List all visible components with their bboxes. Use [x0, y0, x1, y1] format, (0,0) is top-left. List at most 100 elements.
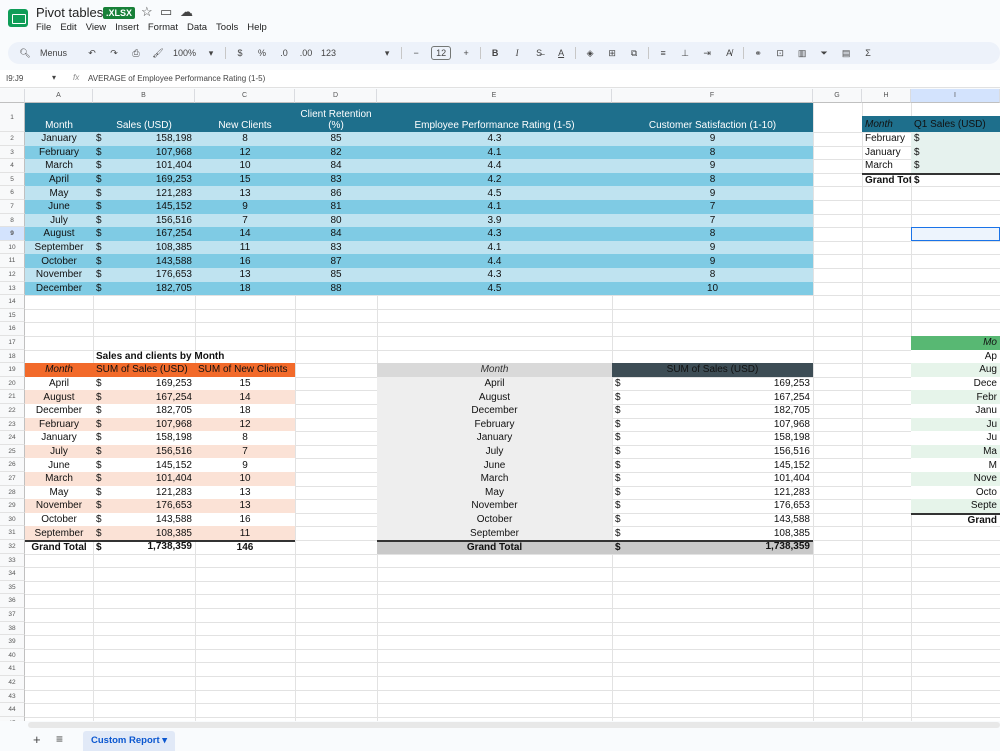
new-clients-cell[interactable]: 18 — [195, 281, 295, 296]
grand-total-sales[interactable]: 1,738,359 — [612, 540, 813, 554]
month-cell[interactable]: November — [25, 268, 93, 282]
pivot-month-cell[interactable]: March — [862, 159, 911, 173]
row-header[interactable]: 22 — [0, 404, 25, 418]
month-cell[interactable]: July — [25, 213, 93, 228]
row-header[interactable]: 32 — [0, 540, 25, 554]
row-header[interactable]: 27 — [0, 472, 25, 486]
satisfaction-cell[interactable]: 7 — [612, 200, 813, 214]
column-header[interactable]: G — [813, 89, 862, 103]
performance-cell[interactable]: 4.1 — [377, 145, 612, 160]
pivot-sales-cell[interactable]: 169,253 — [93, 377, 195, 391]
increase-font-size-button[interactable]: + — [459, 48, 473, 58]
horizontal-align-icon[interactable]: ≡ — [656, 48, 670, 58]
menu-item-file[interactable]: File — [36, 22, 51, 33]
pivot-sales-cell[interactable]: 156,516 — [93, 445, 195, 459]
pivot-month-cell[interactable]: M — [911, 458, 1000, 472]
pivot-month-cell[interactable]: September — [25, 526, 93, 540]
pivot-sales-cell[interactable]: 182,705 — [93, 404, 195, 418]
pivot-clients-cell[interactable]: 16 — [195, 512, 295, 527]
currency-symbol-cell[interactable]: $ — [911, 172, 1000, 187]
pivot-month-cell[interactable]: August — [377, 390, 612, 404]
satisfaction-cell[interactable]: 9 — [612, 186, 813, 200]
retention-cell[interactable]: 81 — [295, 200, 377, 214]
sales-cell[interactable]: 145,152 — [93, 200, 195, 214]
increase-decimal-button[interactable]: .00 — [299, 48, 313, 58]
month-cell[interactable]: March — [25, 159, 93, 173]
pivot-month-cell[interactable]: Dece — [911, 376, 1000, 391]
new-clients-cell[interactable]: 15 — [195, 172, 295, 187]
satisfaction-cell[interactable]: 8 — [612, 172, 813, 187]
grand-total-label[interactable]: Grand — [911, 512, 1000, 527]
month-cell[interactable]: April — [25, 172, 93, 187]
pivot-clients-cell[interactable]: 10 — [195, 472, 295, 486]
pivot-month-cell[interactable]: September — [377, 526, 612, 540]
pivot-clients-cell[interactable]: 8 — [195, 431, 295, 445]
row-header[interactable]: 39 — [0, 635, 25, 649]
column-header[interactable]: E — [377, 89, 612, 103]
column-header[interactable]: C — [195, 89, 295, 103]
performance-cell[interactable]: 4.3 — [377, 268, 612, 282]
pivot-sales-cell[interactable]: 158,198 — [93, 431, 195, 445]
row-header[interactable]: 42 — [0, 676, 25, 690]
pivot-header-clients[interactable]: SUM of New Clients — [195, 363, 295, 377]
pivot-month-cell[interactable]: March — [377, 472, 612, 486]
print-icon[interactable]: ⎙ — [129, 48, 143, 59]
pivot-month-cell[interactable]: June — [25, 458, 93, 472]
new-clients-cell[interactable]: 16 — [195, 254, 295, 268]
sales-cell[interactable]: 108,385 — [93, 241, 195, 255]
month-cell[interactable]: January — [25, 132, 93, 146]
row-header[interactable]: 19 — [0, 363, 25, 377]
performance-cell[interactable]: 4.1 — [377, 240, 612, 255]
pivot-month-cell[interactable]: January — [377, 431, 612, 445]
retention-cell[interactable]: 80 — [295, 213, 377, 228]
row-header[interactable]: 8 — [0, 213, 25, 228]
column-header[interactable]: H — [862, 89, 911, 103]
sheet-tab-custom-report[interactable]: Custom Report ▾ — [83, 731, 176, 751]
row-header[interactable]: 41 — [0, 662, 25, 676]
pivot-month-cell[interactable]: Ma — [911, 444, 1000, 459]
satisfaction-cell[interactable]: 10 — [612, 281, 813, 296]
pivot-month-cell[interactable]: July — [377, 444, 612, 459]
grand-total-label[interactable]: Grand Total — [25, 540, 93, 554]
zoom-select[interactable]: 100% — [173, 48, 196, 58]
insert-chart-icon[interactable]: ▥ — [795, 48, 809, 59]
selected-cell-range[interactable] — [911, 227, 1000, 241]
sales-cell[interactable]: 121,283 — [93, 186, 195, 200]
pivot-sales-cell[interactable]: 121,283 — [612, 486, 813, 500]
row-header[interactable]: 45 — [0, 716, 25, 721]
row-header[interactable]: 7 — [0, 200, 25, 214]
pivot-clients-cell[interactable]: 12 — [195, 417, 295, 432]
table-header-cell[interactable]: Client Retention (%) — [295, 103, 377, 132]
add-sheet-icon[interactable]: + — [33, 732, 41, 747]
row-header[interactable]: 23 — [0, 417, 25, 432]
pivot-header-month[interactable]: Month — [862, 116, 911, 132]
pivot-header-month[interactable]: Month — [25, 363, 93, 377]
retention-cell[interactable]: 82 — [295, 145, 377, 160]
table-header-cell[interactable]: Month — [25, 103, 93, 132]
currency-symbol-cell[interactable]: $ — [911, 145, 1000, 160]
sheets-logo-icon[interactable] — [8, 9, 28, 27]
pivot-month-cell[interactable]: Febr — [911, 390, 1000, 404]
sales-cell[interactable]: 158,198 — [93, 132, 195, 146]
pivot-month-cell[interactable]: December — [377, 404, 612, 418]
merge-cells-icon[interactable]: ⧉ — [627, 48, 641, 59]
new-clients-cell[interactable]: 14 — [195, 227, 295, 241]
pivot-month-cell[interactable]: Septe — [911, 499, 1000, 513]
grand-total-label[interactable]: Grand Tot — [862, 172, 911, 187]
row-header[interactable]: 24 — [0, 431, 25, 445]
paint-format-icon[interactable]: 🖌︎ — [151, 48, 165, 59]
horizontal-scrollbar[interactable] — [28, 722, 1000, 728]
pivot-clients-cell[interactable]: 18 — [195, 404, 295, 418]
satisfaction-cell[interactable]: 8 — [612, 145, 813, 160]
table-header-cell[interactable]: Sales (USD) — [93, 103, 195, 132]
pivot-sales-cell[interactable]: 158,198 — [612, 431, 813, 445]
new-clients-cell[interactable]: 13 — [195, 186, 295, 200]
new-clients-cell[interactable]: 8 — [195, 132, 295, 146]
star-icon[interactable]: ☆ — [141, 4, 153, 20]
font-size-input[interactable]: 12 — [431, 46, 452, 60]
pivot-sales-cell[interactable]: 101,404 — [93, 472, 195, 486]
row-header[interactable]: 5 — [0, 172, 25, 187]
filter-views-icon[interactable]: ▤ — [839, 48, 853, 59]
table-header-cell[interactable]: Employee Performance Rating (1-5) — [377, 103, 612, 132]
satisfaction-cell[interactable]: 9 — [612, 240, 813, 255]
